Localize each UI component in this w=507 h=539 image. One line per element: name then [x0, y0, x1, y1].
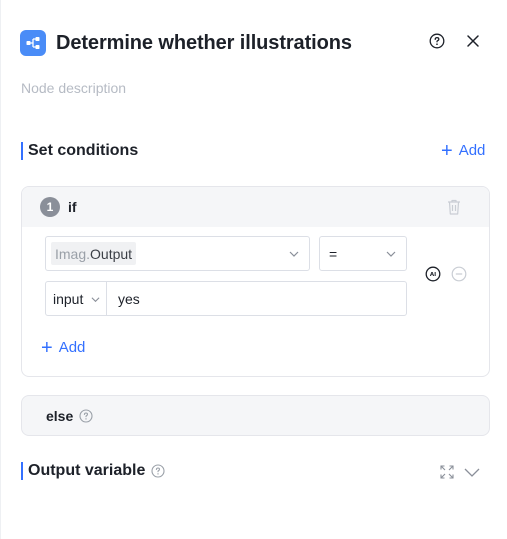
branch-keyword: if	[68, 199, 77, 215]
chevron-down-icon	[289, 251, 299, 257]
chevron-down-icon	[91, 297, 100, 303]
node-config-panel: Determine whether illustrations Node des…	[0, 0, 507, 539]
section-accent-bar	[21, 142, 23, 160]
output-section-tools	[439, 464, 481, 480]
else-label: else	[46, 407, 74, 424]
condition-value-input[interactable]: yes	[106, 281, 407, 316]
plus-icon: +	[441, 139, 453, 162]
variable-name: Output	[90, 245, 133, 262]
help-icon[interactable]	[428, 32, 446, 50]
add-condition-button[interactable]: + Add	[441, 139, 486, 162]
conditions-section-title: Set conditions	[21, 142, 138, 160]
chevron-down-icon[interactable]	[463, 464, 481, 480]
plus-icon: +	[41, 336, 53, 359]
help-icon[interactable]	[151, 464, 165, 478]
variable-prefix: Imag.	[55, 245, 91, 262]
condition-value: yes	[118, 290, 140, 307]
ai-assist-icon[interactable]: AI	[425, 266, 441, 282]
help-icon[interactable]	[79, 408, 93, 423]
add-subcondition-button[interactable]: + Add	[41, 336, 86, 359]
expand-icon[interactable]	[439, 464, 455, 480]
chevron-down-icon	[386, 251, 396, 257]
branch-index-badge: 1	[40, 197, 60, 217]
operator-value: =	[329, 245, 338, 262]
condition-variable-select[interactable]: Imag. Output	[45, 236, 310, 271]
add-subcondition-label: Add	[58, 339, 86, 356]
remove-condition-icon[interactable]	[451, 266, 467, 282]
output-section-label: Output variable	[28, 462, 146, 479]
node-title[interactable]: Determine whether illustrations	[56, 32, 352, 55]
value-type-select[interactable]: input	[45, 281, 107, 316]
panel-header: Determine whether illustrations	[20, 28, 490, 58]
conditions-section-label: Set conditions	[28, 142, 139, 159]
close-icon[interactable]	[464, 32, 482, 50]
condition-branch-card: 1 if Imag. Output = AI input yes + Add	[21, 186, 490, 377]
variable-tag: Imag. Output	[51, 242, 137, 265]
svg-text:AI: AI	[430, 272, 436, 278]
output-section-title: Output variable	[21, 462, 165, 480]
node-description-input[interactable]: Node description	[21, 80, 126, 96]
trash-icon[interactable]	[446, 198, 462, 216]
section-accent-bar	[21, 462, 23, 480]
branch-header: 1 if	[22, 187, 489, 227]
condition-operator-select[interactable]: =	[319, 236, 407, 271]
value-type-label: input	[53, 290, 84, 307]
add-condition-label: Add	[458, 142, 486, 159]
else-branch-card: else	[21, 395, 490, 436]
branch-node-icon	[20, 30, 46, 56]
